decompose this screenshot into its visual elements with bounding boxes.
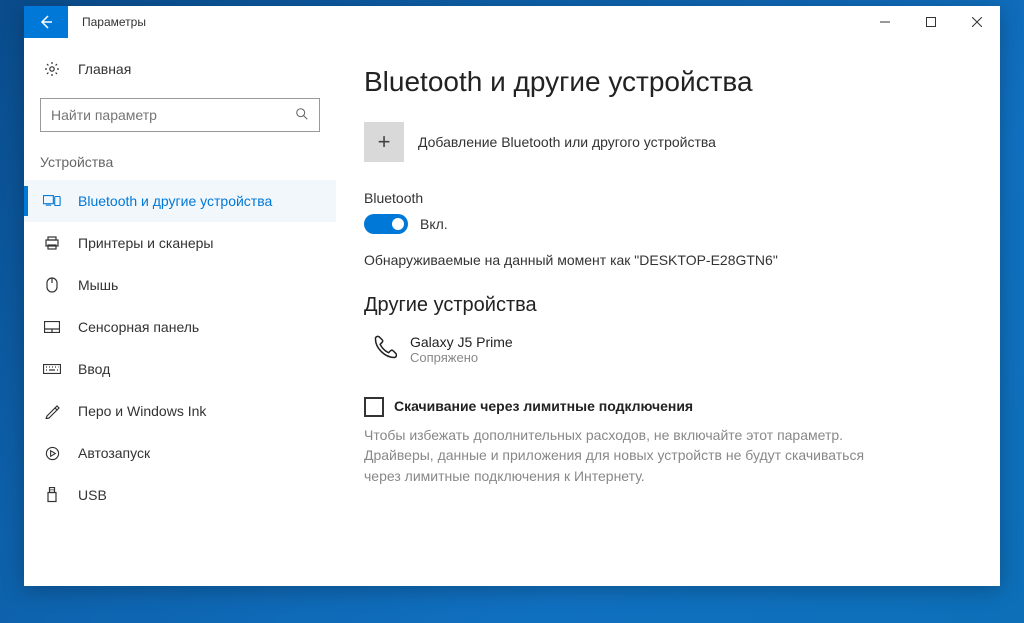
close-button[interactable] [954,6,1000,38]
sidebar-item-label: Сенсорная панель [78,319,199,335]
sidebar-group-label: Устройства [24,150,336,180]
sidebar-item-label: Мышь [78,277,118,293]
sidebar-item-label: Принтеры и сканеры [78,235,213,251]
content-pane: Bluetooth и другие устройства + Добавлен… [336,38,1000,586]
sidebar-item-touchpad[interactable]: Сенсорная панель [24,306,336,348]
window-chrome [862,6,1000,38]
sidebar-item-label: Bluetooth и другие устройства [78,193,272,209]
mouse-icon [40,277,64,293]
titlebar: Параметры [24,6,1000,38]
sidebar-item-printers[interactable]: Принтеры и сканеры [24,222,336,264]
maximize-button[interactable] [908,6,954,38]
sidebar-item-label: Автозапуск [78,445,150,461]
sidebar-item-mouse[interactable]: Мышь [24,264,336,306]
sidebar-item-bluetooth[interactable]: Bluetooth и другие устройства [24,180,336,222]
home-label: Главная [78,61,131,77]
bluetooth-toggle[interactable] [364,214,408,234]
devices-icon [40,194,64,208]
settings-window: Параметры Главная [24,6,1000,586]
page-heading: Bluetooth и другие устройства [364,66,960,98]
back-button[interactable] [24,6,68,38]
minimize-button[interactable] [862,6,908,38]
search-box[interactable] [40,98,320,132]
search-input[interactable] [51,107,295,123]
pen-icon [40,403,64,419]
phone-icon [364,331,400,367]
home-link[interactable]: Главная [24,48,336,90]
sidebar-item-label: USB [78,487,107,503]
add-device-button[interactable]: + Добавление Bluetooth или другого устро… [364,122,960,162]
metered-download-checkbox[interactable] [364,397,384,417]
device-name: Galaxy J5 Prime [410,334,513,350]
autoplay-icon [40,446,64,461]
device-item[interactable]: Galaxy J5 Prime Сопряжено [364,331,960,367]
other-devices-heading: Другие устройства [364,294,960,317]
keyboard-icon [40,364,64,374]
touchpad-icon [40,321,64,333]
maximize-icon [926,17,936,27]
sidebar-item-typing[interactable]: Ввод [24,348,336,390]
sidebar-item-label: Перо и Windows Ink [78,403,206,419]
usb-icon [40,487,64,503]
discoverable-text: Обнаруживаемые на данный момент как "DES… [364,252,960,268]
window-title: Параметры [68,6,146,38]
bluetooth-toggle-state: Вкл. [420,216,448,232]
search-icon [295,107,309,124]
metered-help-text: Чтобы избежать дополнительных расходов, … [364,425,884,486]
printer-icon [40,235,64,251]
minimize-icon [880,17,890,27]
sidebar-item-pen[interactable]: Перо и Windows Ink [24,390,336,432]
arrow-left-icon [38,14,54,30]
plus-icon: + [364,122,404,162]
sidebar-item-autoplay[interactable]: Автозапуск [24,432,336,474]
gear-icon [40,61,64,77]
sidebar: Главная Устройства Bluetooth и другие ус… [24,38,336,586]
bluetooth-section-label: Bluetooth [364,190,960,206]
sidebar-item-usb[interactable]: USB [24,474,336,516]
add-device-label: Добавление Bluetooth или другого устройс… [418,134,716,150]
device-status: Сопряжено [410,350,513,365]
sidebar-item-label: Ввод [78,361,110,377]
close-icon [972,17,982,27]
metered-download-label: Скачивание через лимитные подключения [394,397,693,414]
